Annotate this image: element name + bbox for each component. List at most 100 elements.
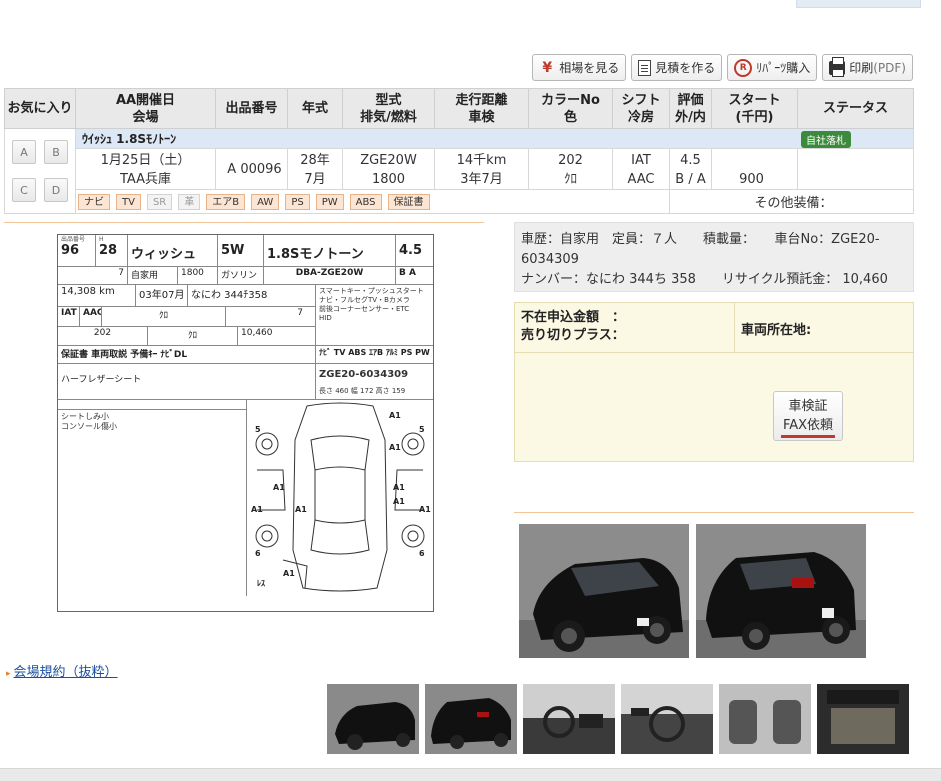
- favorite-a-button[interactable]: A: [12, 140, 36, 164]
- sheet-usage: 自家用: [128, 267, 178, 284]
- sheet-doors: 5W: [221, 243, 245, 258]
- thumbnail-3[interactable]: [523, 684, 615, 754]
- col-grade: 評価 外/内: [669, 88, 712, 129]
- col-color: カラーNo 色: [528, 88, 613, 129]
- shift-cell: IAT AAC: [612, 148, 670, 190]
- reparts-button[interactable]: R ﾘﾊﾟｰﾂ購入: [727, 54, 818, 81]
- tag-leather: 革: [178, 193, 201, 210]
- col-mileage: 走行距離 車検: [434, 88, 529, 129]
- vehicle-name-text: ｳｲｯｼｭ 1.8Sﾓﾉﾄｰﾝ: [82, 131, 177, 146]
- estimate-label: 見積を作る: [655, 61, 716, 75]
- damage-mark: A1: [251, 505, 263, 514]
- sheet-lot: 96: [61, 243, 80, 258]
- bottom-strip: [0, 768, 941, 781]
- sheet-score: 4.5: [399, 243, 423, 258]
- table-header-row: お気に入り AA開催日 会場 出品番号 年式 型式 排気/燃料 走行距離 車検 カラー…: [4, 88, 914, 129]
- sheet-seats: 7: [297, 308, 303, 318]
- printer-icon: [829, 56, 846, 77]
- thumbnail-1[interactable]: [327, 684, 419, 754]
- fax-request-button[interactable]: 車検証 FAX依頼: [773, 391, 843, 441]
- sheet-fuel: ガソリン: [218, 267, 264, 284]
- sheet-color: ｸﾛ: [102, 307, 226, 326]
- damage-mark: A1: [273, 483, 285, 492]
- damage-mark: A1: [295, 505, 307, 514]
- venue-rules-link[interactable]: ▸ 会場規約（抜粋）: [6, 661, 118, 680]
- status-badge: 自社落札: [801, 130, 851, 148]
- damage-mark: A1: [393, 483, 405, 492]
- favorite-cell: A B C D: [4, 128, 76, 214]
- col-shift: シフト 冷房: [612, 88, 670, 129]
- divider-right: [514, 512, 914, 513]
- thumbnail-2[interactable]: [425, 684, 517, 754]
- date-venue-cell: 1月25日（土） TAA兵庫: [75, 148, 216, 190]
- damage-mark: A1: [389, 411, 401, 420]
- sheet-color-int: ｸﾛ: [148, 327, 238, 345]
- sheet-chassis: ZGE20-6034309: [319, 369, 409, 380]
- estimate-button[interactable]: 見積を作る: [631, 54, 723, 81]
- print-label: 印刷: [849, 61, 874, 75]
- car-photo-front[interactable]: [519, 524, 689, 658]
- thumbnail-5[interactable]: [719, 684, 811, 754]
- vehicle-info-line: 6034309: [521, 252, 579, 267]
- sheet-sales-point: ナビ・フルセグTV・Bカメラ: [319, 296, 410, 304]
- damage-mark: 5: [419, 425, 425, 434]
- favorite-d-button[interactable]: D: [44, 178, 68, 202]
- auction-detail-page: ¥ 相場を見る 見積を作る R ﾘﾊﾟｰﾂ購入 印刷 (PDF) お気に入り A…: [0, 0, 941, 781]
- col-year: 年式: [287, 88, 343, 129]
- divider-left: [4, 222, 484, 223]
- col-favorite: お気に入り: [4, 88, 76, 129]
- sheet-lot-label: 出品番号: [61, 236, 86, 243]
- tag-tv: TV: [116, 193, 141, 210]
- color-cell: 202 ｸﾛ: [528, 148, 613, 190]
- damage-mark: 6: [419, 549, 425, 558]
- sheet-score-sub: B A: [399, 268, 416, 278]
- model-cell: ZGE20W 1800: [342, 148, 435, 190]
- equipment-row: ナビ TV SR 革 エアB AW PS PW ABS 保証書 その他装備：: [5, 189, 914, 214]
- sheet-year: 28: [99, 243, 118, 258]
- sheet-name: ウィッシュ: [131, 247, 197, 262]
- sheet-cc: 1800: [178, 267, 218, 284]
- sheet-era: H: [99, 236, 104, 243]
- car-photo-rear[interactable]: [696, 524, 866, 658]
- top-strip: [796, 0, 921, 8]
- col-lot: 出品番号: [215, 88, 288, 129]
- tag-ps: PS: [285, 193, 310, 210]
- sheet-mileage: 14,308 km: [58, 285, 136, 306]
- sheet-color-code: 202: [58, 327, 148, 345]
- vehicle-name: ｳｲｯｼｭ 1.8Sﾓﾉﾄｰﾝ 自社落札: [75, 128, 914, 149]
- vehicle-info-line: 車歴：自家用 定員：７人 積載量： 車台No：ZGE20-: [521, 232, 880, 247]
- market-price-button[interactable]: ¥ 相場を見る: [532, 54, 627, 81]
- damage-diagram: A1 A1 A1 A1 A1 A1 A1 A1 A1 5 5 6 6 ﾚｽ: [251, 402, 431, 592]
- inspection-sheet-image[interactable]: 出品番号 96 H 28 ウィッシュ 5W 1.8Sモノトーン 4.5 7 自家用 …: [57, 234, 434, 612]
- venue-rules-text: 会場規約（抜粋）: [13, 665, 118, 680]
- sell-plus-label: 売り切りプラス：: [521, 328, 625, 343]
- damage-mark: A1: [283, 569, 295, 578]
- tag-abs: ABS: [349, 193, 382, 210]
- tag-warranty: 保証書: [387, 193, 430, 210]
- col-start: スタート (千円): [711, 88, 798, 129]
- yen-icon: ¥: [542, 59, 553, 76]
- reparts-icon: R: [734, 58, 753, 77]
- sheet-recycle: 10,460: [241, 328, 273, 338]
- fax-line-1: 車検証: [788, 399, 828, 414]
- tag-pw: PW: [315, 193, 344, 210]
- vehicle-info-line: ナンバー：なにわ 344ち 358 リサイクル預託金： 10,460: [521, 272, 888, 287]
- favorite-b-button[interactable]: B: [44, 140, 68, 164]
- market-price-label: 相場を見る: [559, 61, 620, 75]
- damage-mark: 6: [255, 549, 261, 558]
- col-status: ステータス: [797, 88, 914, 129]
- sheet-plate: なにわ 344ﾁ358: [191, 290, 268, 301]
- damage-mark: A1: [393, 497, 405, 506]
- sheet-dims: 長さ 460 幅 172 高さ 159: [319, 387, 406, 395]
- tag-aw: AW: [251, 193, 280, 210]
- thumbnail-6[interactable]: [817, 684, 909, 754]
- mileage-cell: 14千km 3年7月: [434, 148, 529, 190]
- thumbnail-4[interactable]: [621, 684, 713, 754]
- sheet-model: DBA-ZGE20W: [264, 267, 396, 284]
- tag-airbag: エアB: [206, 193, 246, 210]
- print-button[interactable]: 印刷 (PDF): [822, 54, 913, 81]
- sheet-inspector-note: シートしみ小: [61, 412, 109, 421]
- damage-mark: A1: [389, 443, 401, 452]
- lot-cell: A 00096: [215, 148, 288, 190]
- favorite-c-button[interactable]: C: [12, 178, 36, 202]
